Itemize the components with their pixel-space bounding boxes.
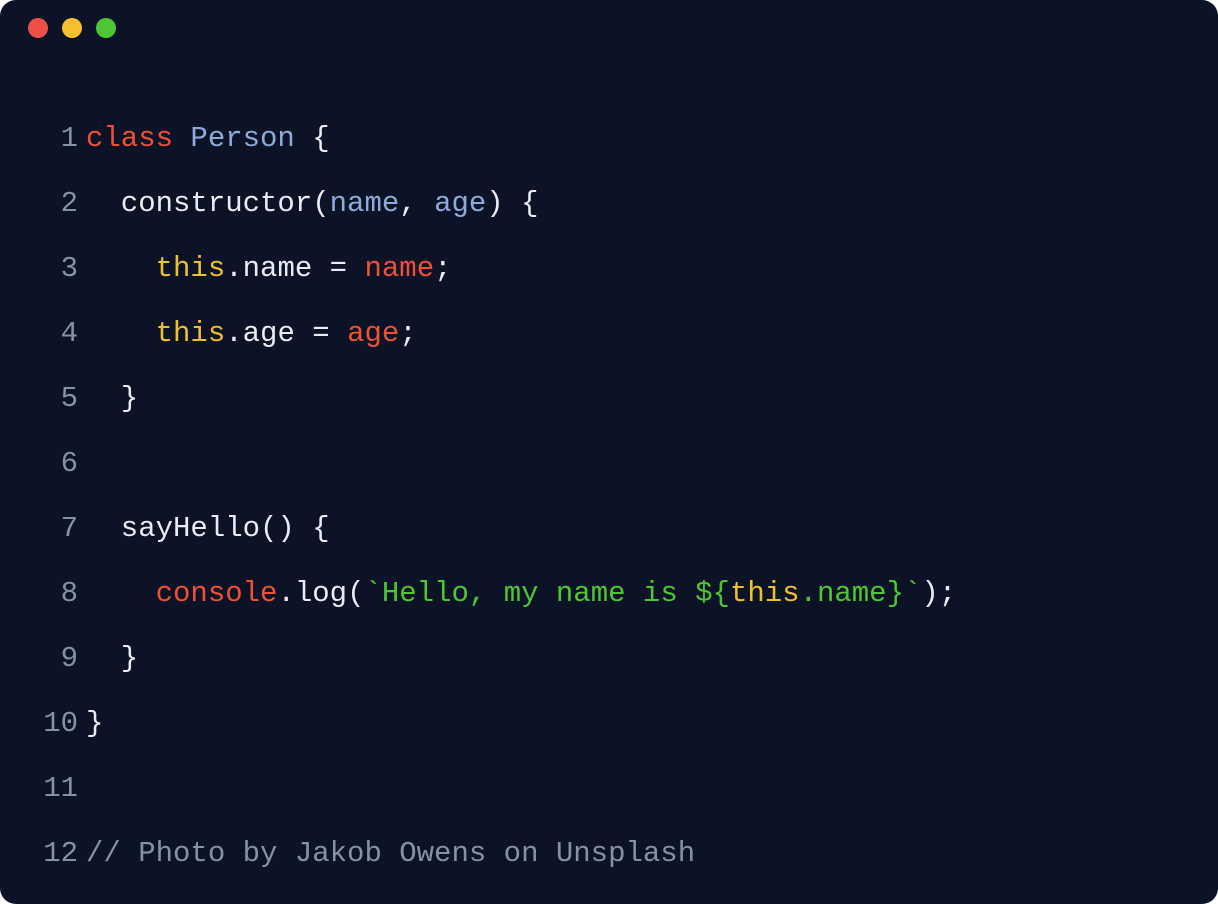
code-line: 12// Photo by Jakob Owens on Unsplash <box>30 821 1188 886</box>
code-token: .log( <box>277 577 364 610</box>
code-line: 3 this.name = name; <box>30 236 1188 301</box>
code-token: .age = <box>225 317 347 350</box>
code-token: } <box>86 382 138 415</box>
code-token: name <box>330 187 400 220</box>
code-content: constructor(name, age) { <box>78 171 539 236</box>
line-number: 11 <box>30 756 78 821</box>
code-content: class Person { <box>78 106 330 171</box>
code-token: ${ <box>695 577 730 610</box>
code-token <box>86 252 156 285</box>
code-content: } <box>78 691 103 756</box>
code-token: ); <box>921 577 956 610</box>
code-line: 9 } <box>30 626 1188 691</box>
code-token: , <box>399 187 434 220</box>
line-number: 5 <box>30 366 78 431</box>
code-line: 8 console.log(`Hello, my name is ${this.… <box>30 561 1188 626</box>
line-number: 1 <box>30 106 78 171</box>
code-token: age <box>434 187 486 220</box>
code-line: 5 } <box>30 366 1188 431</box>
code-line: 2 constructor(name, age) { <box>30 171 1188 236</box>
code-token: Person <box>190 122 312 155</box>
line-number: 7 <box>30 496 78 561</box>
code-token: constructor( <box>86 187 330 220</box>
code-token <box>86 317 156 350</box>
window-titlebar <box>0 0 1218 56</box>
code-token: } <box>86 707 103 740</box>
code-token: `Hello, my name is <box>364 577 695 610</box>
code-line: 4 this.age = age; <box>30 301 1188 366</box>
code-token: ; <box>399 317 416 350</box>
code-content: console.log(`Hello, my name is ${this.na… <box>78 561 956 626</box>
code-content: this.name = name; <box>78 236 452 301</box>
minimize-icon[interactable] <box>62 18 82 38</box>
code-content: this.age = age; <box>78 301 417 366</box>
line-number: 2 <box>30 171 78 236</box>
code-token: sayHello() { <box>86 512 330 545</box>
code-line: 6 <box>30 431 1188 496</box>
line-number: 10 <box>30 691 78 756</box>
code-token: this <box>730 577 800 610</box>
code-token: ) { <box>486 187 538 220</box>
code-token: } <box>86 642 138 675</box>
code-token: ; <box>434 252 451 285</box>
code-token: name <box>364 252 434 285</box>
code-content <box>78 431 86 496</box>
code-token: { <box>312 122 329 155</box>
code-window: 1class Person {2 constructor(name, age) … <box>0 0 1218 904</box>
code-token <box>86 577 156 610</box>
code-line: 1class Person { <box>30 106 1188 171</box>
code-content: } <box>78 366 138 431</box>
code-token: // Photo by Jakob Owens on Unsplash <box>86 837 695 870</box>
code-line: 11 <box>30 756 1188 821</box>
code-token: .name}` <box>800 577 922 610</box>
code-line: 10} <box>30 691 1188 756</box>
line-number: 6 <box>30 431 78 496</box>
code-content: // Photo by Jakob Owens on Unsplash <box>78 821 695 886</box>
code-token: this <box>156 252 226 285</box>
code-token: this <box>156 317 226 350</box>
code-editor[interactable]: 1class Person {2 constructor(name, age) … <box>0 56 1218 904</box>
code-token: age <box>347 317 399 350</box>
code-content: sayHello() { <box>78 496 330 561</box>
close-icon[interactable] <box>28 18 48 38</box>
line-number: 9 <box>30 626 78 691</box>
code-line: 7 sayHello() { <box>30 496 1188 561</box>
line-number: 12 <box>30 821 78 886</box>
code-content <box>78 756 86 821</box>
code-content: } <box>78 626 138 691</box>
line-number: 3 <box>30 236 78 301</box>
line-number: 8 <box>30 561 78 626</box>
code-token: .name = <box>225 252 364 285</box>
code-token: console <box>156 577 278 610</box>
zoom-icon[interactable] <box>96 18 116 38</box>
line-number: 4 <box>30 301 78 366</box>
code-token: class <box>86 122 190 155</box>
